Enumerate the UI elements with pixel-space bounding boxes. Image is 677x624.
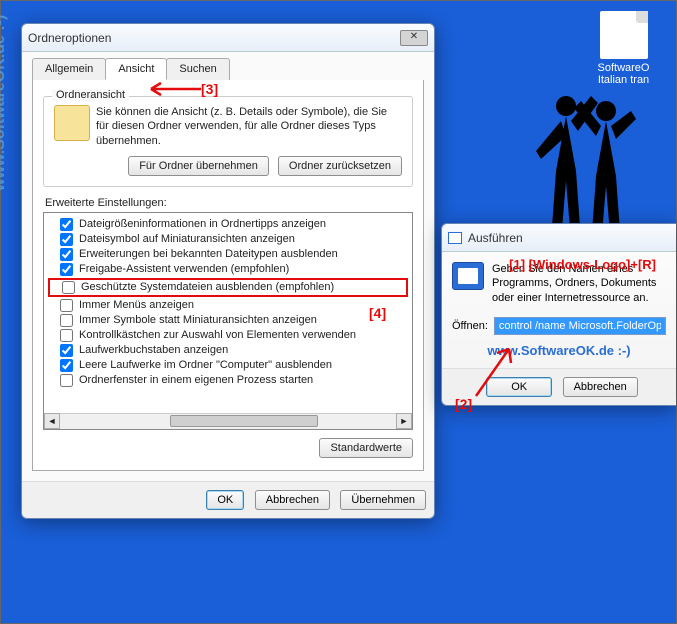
- setting-row[interactable]: Immer Menüs anzeigen: [48, 298, 408, 313]
- setting-label: Dateisymbol auf Miniaturansichten anzeig…: [79, 233, 295, 245]
- scroll-left-icon[interactable]: ◄: [44, 413, 60, 429]
- setting-label: Freigabe-Assistent verwenden (empfohlen): [79, 263, 289, 275]
- advanced-settings-list[interactable]: Dateigrößeninformationen in Ordnertipps …: [43, 212, 413, 430]
- text-file-icon: [600, 11, 648, 59]
- setting-label: Dateigrößeninformationen in Ordnertipps …: [79, 218, 326, 230]
- setting-checkbox[interactable]: [60, 359, 73, 372]
- folder-options-dialog: Ordneroptionen ✕ Allgemein Ansicht Suche…: [21, 23, 435, 519]
- setting-checkbox[interactable]: [60, 248, 73, 261]
- setting-checkbox[interactable]: [60, 374, 73, 387]
- setting-checkbox[interactable]: [60, 314, 73, 327]
- run-program-icon: [452, 262, 484, 290]
- folder-options-title: Ordneroptionen: [28, 31, 111, 45]
- tab-strip: Allgemein Ansicht Suchen: [32, 58, 424, 81]
- setting-row[interactable]: Kontrollkästchen zur Auswahl von Element…: [48, 328, 408, 343]
- open-label: Öffnen:: [452, 320, 488, 332]
- run-command-input[interactable]: [494, 317, 666, 335]
- horizontal-scrollbar[interactable]: ◄►: [44, 413, 412, 429]
- folderview-legend: Ordneransicht: [52, 89, 129, 101]
- folderview-group: Ordneransicht Sie können die Ansicht (z.…: [43, 96, 413, 187]
- defaults-button[interactable]: Standardwerte: [319, 438, 413, 458]
- run-title: Ausführen: [468, 231, 523, 245]
- setting-label: Immer Symbole statt Miniaturansichten an…: [79, 314, 317, 326]
- apply-button[interactable]: Übernehmen: [340, 490, 426, 510]
- scroll-right-icon[interactable]: ►: [396, 413, 412, 429]
- setting-checkbox[interactable]: [60, 233, 73, 246]
- run-description: Geben Sie den Namen eines Programms, Ord…: [492, 262, 666, 305]
- setting-row[interactable]: Freigabe-Assistent verwenden (empfohlen): [48, 262, 408, 277]
- setting-checkbox[interactable]: [60, 263, 73, 276]
- run-window-icon: [448, 232, 462, 244]
- setting-checkbox[interactable]: [60, 329, 73, 342]
- setting-label: Leere Laufwerke im Ordner "Computer" aus…: [79, 359, 332, 371]
- setting-checkbox[interactable]: [60, 344, 73, 357]
- setting-row[interactable]: Immer Symbole statt Miniaturansichten an…: [48, 313, 408, 328]
- setting-checkbox[interactable]: [60, 299, 73, 312]
- setting-row[interactable]: Dateigrößeninformationen in Ordnertipps …: [48, 217, 408, 232]
- desktop-file-icon[interactable]: SoftwareO Italian tran: [586, 11, 661, 86]
- setting-checkbox[interactable]: [62, 281, 75, 294]
- apply-to-folders-button[interactable]: Für Ordner übernehmen: [128, 156, 269, 176]
- watermark-inline: www.SoftwareOK.de :-): [452, 343, 666, 358]
- setting-row[interactable]: Erweiterungen bei bekannten Dateitypen a…: [48, 247, 408, 262]
- watermark-vertical: www.SoftwareOK.de :-): [0, 15, 9, 191]
- tab-view[interactable]: Ansicht: [105, 58, 167, 80]
- advanced-settings-label: Erweiterte Einstellungen:: [45, 197, 413, 209]
- tab-general[interactable]: Allgemein: [32, 58, 106, 80]
- setting-row[interactable]: Laufwerkbuchstaben anzeigen: [48, 343, 408, 358]
- close-icon[interactable]: ✕: [400, 30, 428, 46]
- reset-folders-button[interactable]: Ordner zurücksetzen: [278, 156, 402, 176]
- run-ok-button[interactable]: OK: [486, 377, 552, 397]
- setting-label: Geschützte Systemdateien ausblenden (emp…: [81, 281, 334, 293]
- setting-row[interactable]: Leere Laufwerke im Ordner "Computer" aus…: [48, 358, 408, 373]
- ok-button[interactable]: OK: [206, 490, 244, 510]
- tab-search[interactable]: Suchen: [166, 58, 229, 80]
- setting-label: Laufwerkbuchstaben anzeigen: [79, 344, 228, 356]
- setting-label: Ordnerfenster in einem eigenen Prozess s…: [79, 374, 313, 386]
- setting-label: Kontrollkästchen zur Auswahl von Element…: [79, 329, 356, 341]
- folder-options-titlebar[interactable]: Ordneroptionen ✕: [22, 24, 434, 52]
- setting-label: Immer Menüs anzeigen: [79, 299, 194, 311]
- run-dialog: Ausführen Geben Sie den Namen eines Prog…: [441, 223, 676, 406]
- setting-row[interactable]: Geschützte Systemdateien ausblenden (emp…: [48, 278, 408, 297]
- run-titlebar[interactable]: Ausführen: [442, 224, 676, 252]
- setting-label: Erweiterungen bei bekannten Dateitypen a…: [79, 248, 338, 260]
- setting-row[interactable]: Ordnerfenster in einem eigenen Prozess s…: [48, 373, 408, 388]
- scroll-thumb[interactable]: [170, 415, 317, 427]
- setting-checkbox[interactable]: [60, 218, 73, 231]
- run-cancel-button[interactable]: Abbrechen: [563, 377, 638, 397]
- folder-icon: [54, 105, 90, 141]
- folderview-desc: Sie können die Ansicht (z. B. Details od…: [96, 105, 398, 148]
- setting-row[interactable]: Dateisymbol auf Miniaturansichten anzeig…: [48, 232, 408, 247]
- cancel-button[interactable]: Abbrechen: [255, 490, 330, 510]
